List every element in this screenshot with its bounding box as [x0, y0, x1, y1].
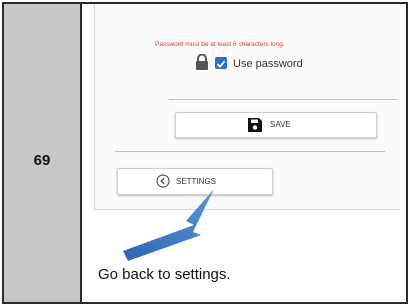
step-content-cell: Password must be at least 6 characters l…: [84, 4, 406, 302]
instruction-table: 69 Password must be at least 6 character…: [2, 2, 408, 304]
step-number: 69: [33, 152, 51, 169]
step-number-cell: 69: [4, 4, 82, 302]
step-caption: Go back to settings.: [98, 266, 231, 283]
pointer-arrow-icon: [123, 189, 214, 261]
